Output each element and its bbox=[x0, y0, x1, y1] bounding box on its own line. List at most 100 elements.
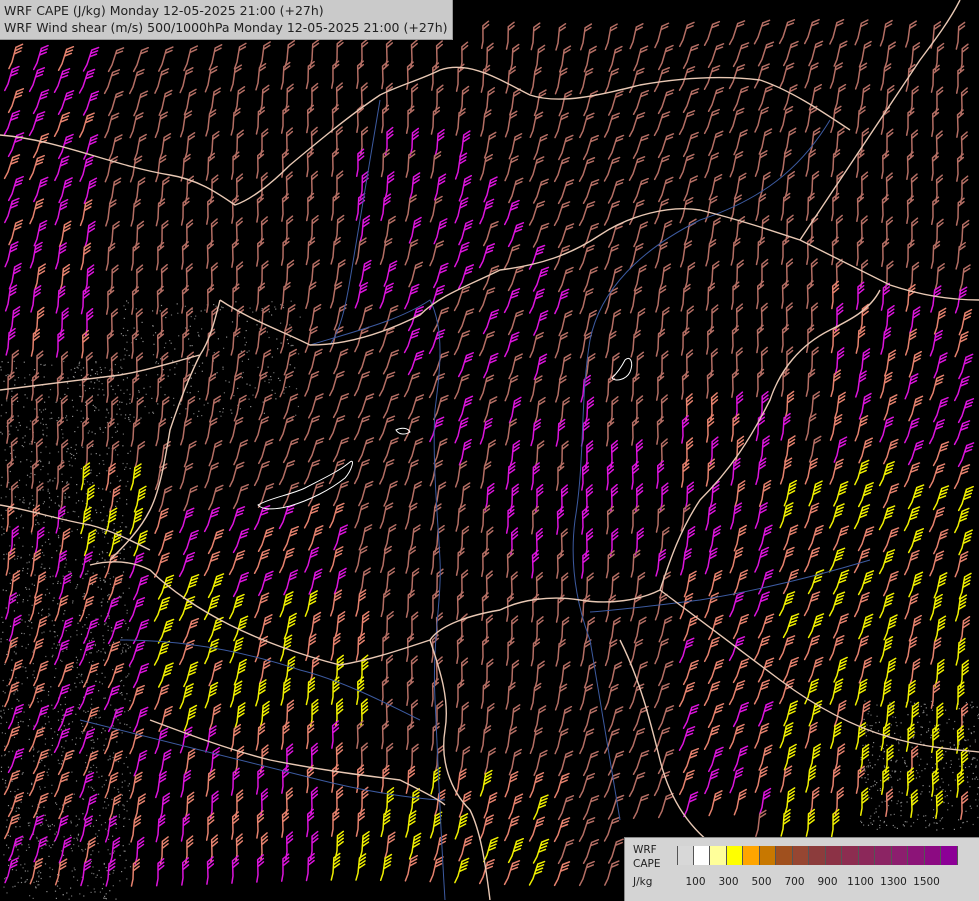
terrain-dot bbox=[968, 729, 969, 730]
terrain-dot bbox=[874, 781, 875, 782]
terrain-dot bbox=[967, 777, 968, 778]
terrain-dot bbox=[56, 804, 57, 805]
terrain-dot bbox=[97, 379, 98, 380]
terrain-dot bbox=[125, 309, 126, 310]
terrain-dot bbox=[54, 841, 55, 842]
terrain-dot bbox=[188, 338, 189, 339]
terrain-dot bbox=[71, 454, 72, 455]
terrain-dot bbox=[12, 751, 13, 752]
terrain-dot bbox=[201, 328, 202, 329]
terrain-dot bbox=[55, 668, 56, 669]
terrain-dot bbox=[110, 491, 111, 492]
terrain-dot bbox=[14, 886, 15, 887]
terrain-dot bbox=[36, 837, 37, 838]
terrain-dot bbox=[898, 742, 899, 743]
terrain-dot bbox=[876, 705, 877, 706]
terrain-dot bbox=[0, 367, 1, 368]
terrain-dot bbox=[17, 789, 18, 790]
terrain-dot bbox=[60, 545, 61, 546]
terrain-dot bbox=[2, 632, 3, 633]
terrain-dot bbox=[975, 799, 976, 800]
terrain-dot bbox=[902, 757, 903, 758]
terrain-dot bbox=[37, 515, 38, 516]
terrain-dot bbox=[942, 817, 943, 818]
terrain-dot bbox=[907, 801, 908, 802]
terrain-dot bbox=[41, 567, 42, 568]
terrain-dot bbox=[3, 381, 4, 382]
terrain-dot bbox=[222, 307, 223, 308]
terrain-dot bbox=[130, 646, 131, 647]
terrain-dot bbox=[106, 417, 107, 418]
terrain-dot bbox=[92, 850, 93, 851]
terrain-dot bbox=[58, 451, 59, 452]
terrain-dot bbox=[81, 411, 82, 412]
terrain-dot bbox=[29, 476, 30, 477]
terrain-dot bbox=[48, 491, 49, 492]
terrain-dot bbox=[60, 583, 61, 584]
terrain-dot bbox=[44, 376, 45, 377]
terrain-dot bbox=[6, 590, 7, 591]
legend-tick-labels: 100300500700900110013001500 bbox=[677, 876, 977, 890]
terrain-dot bbox=[100, 578, 101, 579]
terrain-dot bbox=[40, 423, 41, 424]
terrain-dot bbox=[128, 648, 129, 649]
terrain-dot bbox=[75, 372, 76, 373]
terrain-dot bbox=[120, 367, 121, 368]
terrain-dot bbox=[879, 827, 880, 828]
terrain-dot bbox=[249, 385, 250, 386]
terrain-dot bbox=[123, 359, 124, 360]
terrain-dot bbox=[14, 380, 15, 381]
terrain-dot bbox=[99, 717, 100, 718]
terrain-dot bbox=[970, 746, 971, 747]
terrain-dot bbox=[101, 372, 102, 373]
cape-legend: WRF CAPE J/kg 10030050070090011001300150… bbox=[624, 837, 979, 901]
terrain-dot bbox=[112, 538, 113, 539]
terrain-dot bbox=[120, 558, 121, 559]
terrain-dot bbox=[967, 821, 968, 822]
terrain-dot bbox=[250, 308, 251, 309]
terrain-dot bbox=[124, 605, 125, 606]
terrain-dot bbox=[57, 583, 58, 584]
terrain-dot bbox=[4, 878, 5, 879]
terrain-dot bbox=[71, 477, 72, 478]
terrain-dot bbox=[64, 748, 65, 749]
terrain-dot bbox=[29, 374, 30, 375]
terrain-dot bbox=[126, 486, 127, 487]
terrain-dot bbox=[54, 625, 55, 626]
terrain-dot bbox=[31, 784, 32, 785]
terrain-dot bbox=[67, 481, 68, 482]
terrain-dot bbox=[82, 733, 83, 734]
terrain-dot bbox=[872, 746, 873, 747]
terrain-dot bbox=[22, 683, 23, 684]
terrain-dot bbox=[29, 719, 30, 720]
terrain-dot bbox=[291, 301, 292, 302]
terrain-dot bbox=[14, 544, 15, 545]
terrain-dot bbox=[861, 777, 862, 778]
terrain-dot bbox=[105, 622, 106, 623]
terrain-dot bbox=[44, 568, 45, 569]
terrain-dot bbox=[43, 434, 44, 435]
legend-swatch bbox=[727, 846, 744, 865]
terrain-dot bbox=[128, 673, 129, 674]
terrain-dot bbox=[28, 823, 29, 824]
terrain-dot bbox=[123, 463, 124, 464]
terrain-dot bbox=[138, 390, 139, 391]
terrain-dot bbox=[45, 446, 46, 447]
terrain-dot bbox=[900, 810, 901, 811]
terrain-dot bbox=[178, 335, 179, 336]
legend-swatch bbox=[743, 846, 760, 865]
terrain-dot bbox=[106, 898, 107, 899]
terrain-dot bbox=[974, 731, 975, 732]
terrain-dot bbox=[891, 777, 892, 778]
terrain-dot bbox=[230, 409, 231, 410]
terrain-dot bbox=[74, 511, 75, 512]
terrain-dot bbox=[102, 551, 103, 552]
terrain-dot bbox=[24, 442, 25, 443]
terrain-dot bbox=[120, 390, 121, 391]
terrain-dot bbox=[26, 648, 27, 649]
terrain-dot bbox=[906, 766, 907, 767]
terrain-dot bbox=[888, 779, 889, 780]
terrain-dot bbox=[50, 418, 51, 419]
terrain-dot bbox=[69, 723, 70, 724]
terrain-dot bbox=[3, 529, 4, 530]
